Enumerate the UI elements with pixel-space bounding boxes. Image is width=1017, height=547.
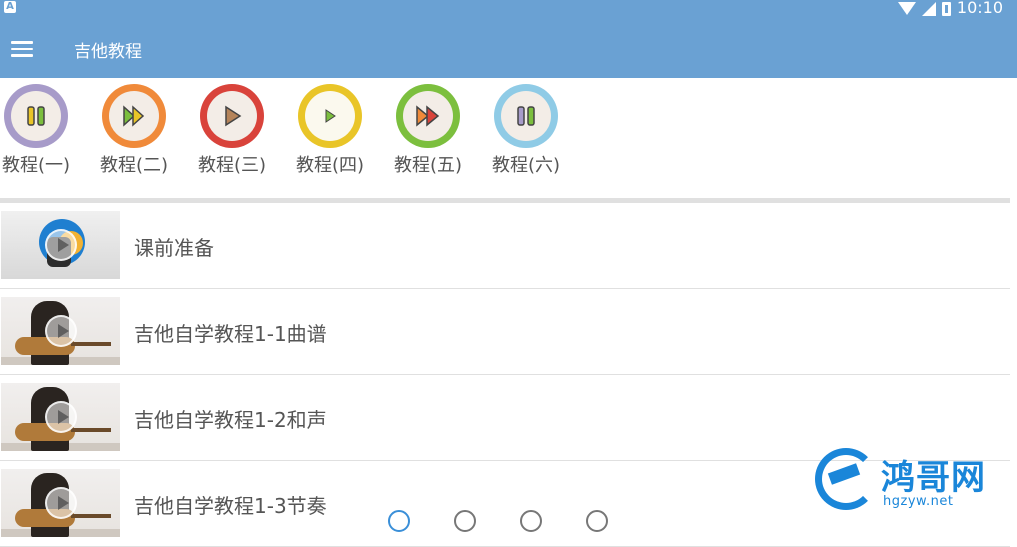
play-icon: [207, 91, 257, 141]
wifi-icon: [897, 2, 916, 15]
tutorial-3-button[interactable]: 教程(三): [192, 84, 272, 177]
lesson-title: 吉他自学教程1-3节奏: [134, 494, 327, 518]
play-overlay-icon: [45, 229, 77, 261]
list-item[interactable]: 吉他自学教程1-1曲谱: [0, 289, 1010, 375]
tutorial-5-button[interactable]: 教程(五): [388, 84, 468, 177]
lesson-thumbnail: [1, 297, 120, 365]
status-time: 10:10: [956, 0, 1003, 17]
guitar-neck: [71, 428, 111, 432]
tutorial-2-ring: [102, 84, 166, 148]
notification-icon: A: [4, 1, 16, 13]
nav-tab-3[interactable]: [520, 510, 542, 532]
pause-icon: [501, 91, 551, 141]
watermark-text: 鸿哥网: [881, 458, 986, 498]
fast-forward-icon: [109, 91, 159, 141]
tutorial-6-ring: [494, 84, 558, 148]
lesson-thumbnail: [1, 383, 120, 451]
nav-tab-1[interactable]: [388, 510, 410, 532]
lesson-title: 吉他自学教程1-2和声: [134, 408, 327, 432]
status-icons: 10:10: [897, 0, 1003, 17]
tutorial-3-label: 教程(三): [197, 155, 267, 176]
tutorial-1-button[interactable]: 教程(一): [0, 84, 76, 177]
guitar-neck: [71, 514, 111, 518]
play-icon: [305, 91, 355, 141]
battery-icon: [941, 1, 951, 16]
app-bar: 吉他教程: [0, 16, 1017, 78]
tutorial-4-ring: [298, 84, 362, 148]
watermark: 鸿哥网 hgzyw.net: [815, 448, 1011, 512]
hamburger-menu-icon[interactable]: [11, 41, 33, 57]
tutorial-5-label: 教程(五): [393, 155, 463, 176]
lesson-thumbnail: [1, 211, 120, 279]
nav-tab-2[interactable]: [454, 510, 476, 532]
tutorial-6-label: 教程(六): [491, 155, 561, 176]
tutorial-2-button[interactable]: 教程(二): [94, 84, 174, 177]
tutorial-1-label: 教程(一): [1, 155, 71, 176]
play-overlay-icon: [45, 487, 77, 519]
tutorial-1-ring: [4, 84, 68, 148]
cell-signal-icon: [921, 1, 936, 16]
status-bar: A 10:10: [0, 0, 1017, 17]
list-item[interactable]: 课前准备: [0, 203, 1010, 289]
lesson-title: 吉他自学教程1-1曲谱: [134, 322, 327, 346]
guitar-neck: [71, 342, 111, 346]
fast-forward-icon: [403, 91, 453, 141]
tutorial-3-ring: [200, 84, 264, 148]
tutorial-4-button[interactable]: 教程(四): [290, 84, 370, 177]
tutorial-strip: 教程(一) 教程(二) 教程(三) 教程(四) 教程(五) 教程(六): [0, 78, 1017, 198]
tutorial-2-label: 教程(二): [99, 155, 169, 176]
lesson-title: 课前准备: [134, 236, 214, 260]
pause-icon: [11, 91, 61, 141]
page-title: 吉他教程: [74, 42, 142, 62]
bottom-nav: [380, 508, 620, 532]
lesson-thumbnail: [1, 469, 120, 537]
tutorial-4-label: 教程(四): [295, 155, 365, 176]
play-overlay-icon: [45, 401, 77, 433]
tutorial-5-ring: [396, 84, 460, 148]
play-overlay-icon: [45, 315, 77, 347]
nav-tab-4[interactable]: [586, 510, 608, 532]
tutorial-6-button[interactable]: 教程(六): [486, 84, 566, 177]
watermark-url: hgzyw.net: [883, 494, 954, 509]
